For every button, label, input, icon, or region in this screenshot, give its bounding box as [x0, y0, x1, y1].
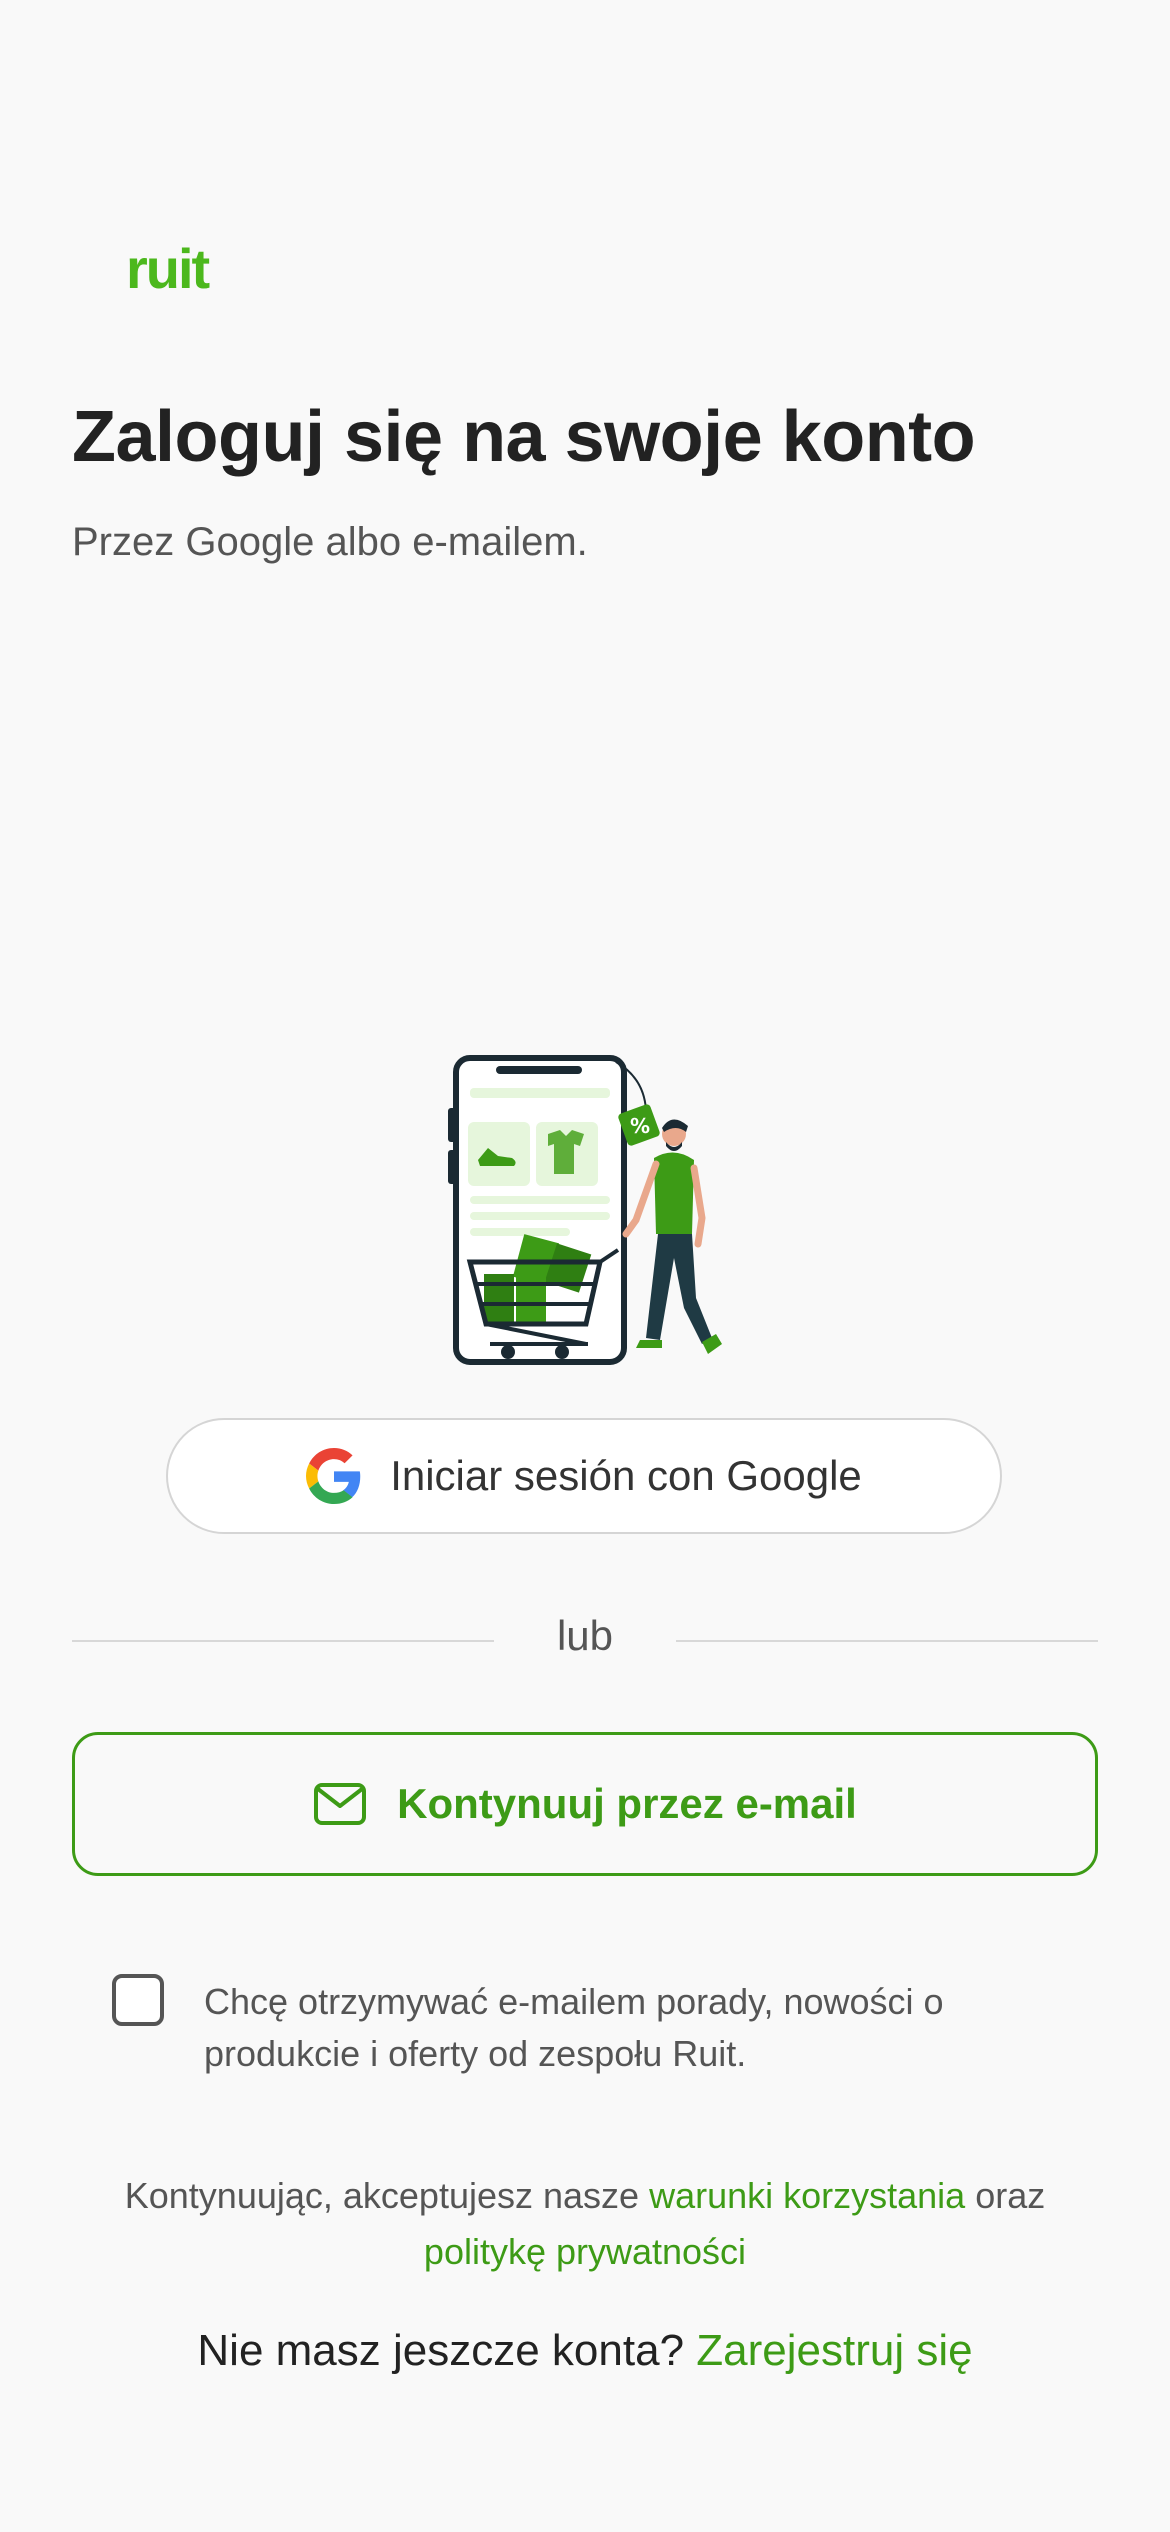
- google-sign-in-button[interactable]: Iniciar sesión con Google: [166, 1418, 1002, 1534]
- ruit-logo: ruit: [126, 237, 210, 300]
- google-button-label: Iniciar sesión con Google: [390, 1452, 862, 1499]
- tag-badge: %: [630, 1114, 650, 1138]
- email-button-label: Kontynuuj przez e-mail: [397, 1780, 857, 1827]
- newsletter-checkbox[interactable]: [112, 1974, 164, 2026]
- legal-notice: Kontynuując, akceptujesz nasze warunki k…: [72, 2168, 1098, 2280]
- mail-icon: [314, 1783, 367, 1825]
- shopping-illustration: %: [448, 1055, 722, 1365]
- or-divider: lub: [72, 1612, 1098, 1668]
- google-icon: [306, 1448, 361, 1504]
- divider-label: lub: [556, 1612, 614, 1659]
- signup-prompt: Nie masz jeszcze konta? Zarejestruj się: [72, 2326, 1098, 2376]
- signup-link[interactable]: Zarejestruj się: [696, 2326, 972, 2375]
- legal-prefix: Kontynuując, akceptujesz nasze: [124, 2175, 640, 2216]
- signup-prompt-text: Nie masz jeszcze konta?: [197, 2326, 685, 2375]
- continue-email-button[interactable]: Kontynuuj przez e-mail: [72, 1732, 1098, 1876]
- divider-line-right: [676, 1640, 1098, 1642]
- page-subtitle: Przez Google albo e-mailem.: [72, 520, 588, 564]
- terms-link[interactable]: warunki korzystania: [649, 2175, 965, 2216]
- privacy-link[interactable]: politykę prywatności: [424, 2231, 746, 2272]
- page-title: Zaloguj się na swoje konto: [72, 397, 976, 477]
- divider-line-left: [72, 1640, 494, 1642]
- newsletter-consent-label: Chcę otrzymywać e-mailem porady, nowości…: [204, 1981, 944, 2074]
- legal-connector: oraz: [975, 2175, 1046, 2216]
